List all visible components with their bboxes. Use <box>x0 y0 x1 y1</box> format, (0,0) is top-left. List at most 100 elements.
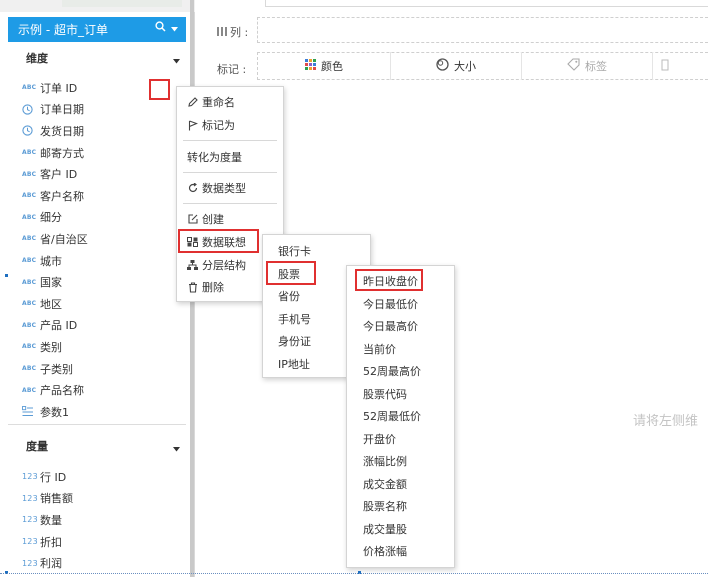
submenu-item[interactable]: 成交金额 <box>347 473 407 495</box>
field-label: 参数1 <box>40 405 69 419</box>
caret-down-icon[interactable] <box>173 54 180 67</box>
caret-down-icon[interactable] <box>171 21 178 35</box>
field-item[interactable]: ABC 国家 <box>8 271 186 293</box>
menu-item-create[interactable]: 创建 <box>177 208 224 230</box>
menu-item-hierarchy[interactable]: 分层结构 <box>177 254 246 276</box>
mark-more-button[interactable] <box>652 52 708 80</box>
field-item[interactable]: ABC 地区 <box>8 293 186 315</box>
field-item[interactable]: 发货日期 <box>8 120 186 142</box>
submenu-item-label: 成交量股 <box>363 522 407 536</box>
number-type-icon: 123 <box>22 472 38 482</box>
field-item[interactable]: 123 折扣 <box>8 531 186 553</box>
field-item[interactable]: ABC 细分 <box>8 207 186 229</box>
field-item[interactable]: ABC 子类别 <box>8 358 186 380</box>
submenu-item-label: 今日最高价 <box>363 320 418 333</box>
submenu-item-label: 价格涨幅 <box>363 545 407 558</box>
menu-item-rename[interactable]: 重命名 <box>177 91 235 113</box>
field-label: 利润 <box>40 557 62 571</box>
submenu-item[interactable]: 当前价 <box>347 338 396 360</box>
field-item[interactable]: ABC 省/自治区 <box>8 228 186 250</box>
field-dropdown-trigger[interactable] <box>149 79 170 100</box>
submenu-item-label: 涨幅比例 <box>363 455 407 468</box>
field-label: 国家 <box>40 276 62 290</box>
text-type-icon: ABC <box>22 386 37 394</box>
text-type-icon: ABC <box>22 257 37 265</box>
dimensions-header-label: 维度 <box>26 52 48 65</box>
field-item[interactable]: 123 利润 <box>8 552 186 574</box>
field-item[interactable]: ABC 类别 <box>8 336 186 358</box>
menu-item-label: 创建 <box>202 213 224 226</box>
field-item[interactable]: ABC 客户名称 <box>8 185 186 207</box>
field-item[interactable]: 订单日期 <box>8 99 186 121</box>
field-item[interactable]: ABC 城市 <box>8 250 186 272</box>
size-icon <box>436 58 449 74</box>
field-item[interactable]: 参数1 <box>8 401 186 423</box>
field-item[interactable]: ABC 客户 ID <box>8 163 186 185</box>
field-item[interactable]: 123 销售额 <box>8 488 186 510</box>
submenu-item-label: 52周最低价 <box>363 410 421 423</box>
field-item[interactable]: 123 行 ID <box>8 466 186 488</box>
dataset-selector[interactable]: 示例 - 超市_订单 <box>8 17 186 42</box>
dataset-title: 示例 - 超市_订单 <box>18 23 108 37</box>
menu-item-mark-as[interactable]: 标记为 <box>177 114 235 136</box>
number-type-icon: 123 <box>22 558 38 568</box>
submenu-item[interactable]: 股票名称 <box>347 495 407 517</box>
submenu-item[interactable]: 今日最低价 <box>347 293 418 315</box>
field-label: 销售额 <box>40 492 73 506</box>
submenu-item[interactable]: 开盘价 <box>347 428 396 450</box>
measure-list: 123 行 ID 123 销售额 123 数量 123 折扣 123 利润 <box>8 466 186 574</box>
mark-color-button[interactable]: 颜色 <box>258 52 390 80</box>
clock-icon <box>22 104 40 115</box>
field-item[interactable]: ABC 产品名称 <box>8 379 186 401</box>
menu-item-delete[interactable]: 删除 <box>177 276 224 298</box>
mark-size-button[interactable]: 大小 <box>390 52 521 80</box>
field-label: 产品名称 <box>40 384 84 398</box>
menu-divider <box>183 140 277 141</box>
hierarchy-icon <box>185 260 200 270</box>
submenu-item-label: 身份证 <box>278 335 311 349</box>
caret-down-icon[interactable] <box>173 442 180 455</box>
field-label: 地区 <box>40 297 62 311</box>
canvas-hint: 请将左侧维 <box>633 414 699 429</box>
field-item[interactable]: ABC 产品 ID <box>8 315 186 337</box>
submenu-item[interactable]: 银行卡 <box>263 240 311 262</box>
text-type-icon: ABC <box>22 321 37 329</box>
submenu-item[interactable]: 成交量股 <box>347 518 407 540</box>
menu-item-to-measure[interactable]: 转化为度量 <box>177 146 242 168</box>
submenu-item[interactable]: 今日最高价 <box>347 315 418 337</box>
submenu-item[interactable]: 52周最高价 <box>347 360 421 382</box>
measures-header[interactable]: 度量 <box>8 434 186 458</box>
stock-submenu: 昨日收盘价 今日最低价 今日最高价 当前价 52周最高价 股票代码 52周最低价 开盘价 涨幅比… <box>346 265 455 568</box>
color-grid-icon <box>305 59 316 73</box>
columns-shelf[interactable] <box>257 17 708 43</box>
submenu-item[interactable]: 52周最低价 <box>347 405 421 427</box>
field-item[interactable]: ABC 邮寄方式 <box>8 142 186 164</box>
measures-header-label: 度量 <box>26 440 48 453</box>
submenu-item[interactable]: 价格涨幅 <box>347 540 407 562</box>
menu-item-data-type[interactable]: 数据类型 <box>177 177 246 199</box>
submenu-item-label: IP地址 <box>278 358 310 371</box>
dimensions-header[interactable]: 维度 <box>8 46 186 70</box>
submenu-item[interactable]: 省份 <box>263 285 300 307</box>
field-item[interactable]: 123 数量 <box>8 509 186 531</box>
tooltip-icon <box>661 59 669 74</box>
submenu-item[interactable]: 股票代码 <box>347 383 407 405</box>
section-divider <box>8 424 186 425</box>
submenu-item[interactable]: 身份证 <box>263 330 311 352</box>
field-label: 客户 ID <box>40 168 78 182</box>
columns-icon <box>217 26 227 39</box>
field-label: 细分 <box>40 211 62 225</box>
mark-label-label: 标签 <box>585 60 607 73</box>
submenu-item[interactable]: 涨幅比例 <box>347 450 407 472</box>
dimension-list: ABC 订单 ID 订单日期 发货日期 ABC 邮寄方式 ABC 客户 ID ABC 客户名称 AB… <box>8 77 186 423</box>
submenu-item[interactable]: IP地址 <box>263 353 310 375</box>
number-type-icon: 123 <box>22 493 38 503</box>
menu-divider <box>183 172 277 173</box>
top-strip <box>0 0 195 12</box>
field-label: 省/自治区 <box>40 232 88 246</box>
search-icon[interactable] <box>155 21 166 35</box>
mark-label-button[interactable]: 标签 <box>521 52 652 80</box>
edge-marker <box>5 274 8 277</box>
submenu-item[interactable]: 手机号 <box>263 308 311 330</box>
marks-shelf-label: 标记 : <box>217 61 246 77</box>
